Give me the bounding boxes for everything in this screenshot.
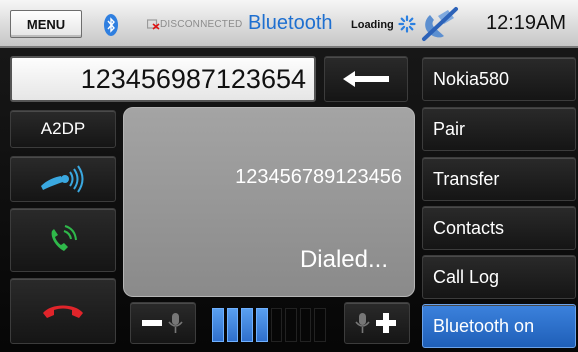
mic-volume-up-icon [355,313,396,333]
pair-label: Pair [433,118,466,139]
phone-disabled-icon [422,7,458,41]
answer-call-button[interactable] [10,208,116,272]
app-frame: MENU DISCONNECTED Bluetooth Loading 12:1… [0,0,578,352]
volume-segment [314,308,326,342]
mic-volume-down-icon [142,313,183,333]
end-call-button[interactable] [10,278,116,344]
volume-segment [255,308,268,342]
pair-button[interactable]: Pair [422,107,576,151]
volume-segment [270,308,283,342]
a2dp-button[interactable]: A2DP [10,110,116,148]
volume-segment [299,308,312,342]
call-status: Dialed... [299,246,388,273]
contacts-button[interactable]: Contacts [422,206,576,250]
device-name-button[interactable]: Nokia580 [422,57,576,101]
volume-segment [226,308,239,342]
volume-level-bar[interactable] [212,308,326,342]
app-title: Bluetooth [248,12,333,34]
menu-button[interactable]: MENU [10,10,82,38]
phone-number-input[interactable]: 123456987123654 [10,56,316,102]
arrow-left-icon [343,71,389,87]
end-call-icon [43,305,83,318]
volume-segment [285,308,297,342]
transfer-button[interactable]: Transfer [422,157,576,201]
backspace-button[interactable] [324,56,408,102]
volume-segment [241,308,253,342]
loading-label: Loading [351,19,394,31]
handsfree-audio-icon [41,165,84,193]
call-log-label: Call Log [433,266,500,287]
transfer-label: Transfer [433,168,500,189]
a2dp-label: A2DP [40,119,86,138]
bluetooth-on-label: Bluetooth on [433,315,535,336]
volume-down-button[interactable] [130,302,196,344]
loading-spinner-icon [398,15,416,33]
volume-up-button[interactable] [344,302,410,344]
clock: 12:19AM [486,12,567,34]
dialed-number: 123456789123456 [235,166,402,188]
connection-status: DISCONNECTED [160,19,243,30]
disconnected-icon [147,19,160,30]
call-log-button[interactable]: Call Log [422,255,576,299]
answer-call-icon [51,225,77,251]
device-name-label: Nokia580 [433,68,510,89]
contacts-label: Contacts [433,217,505,238]
bluetooth-icon [104,14,118,36]
handsfree-audio-button[interactable] [10,156,116,202]
bluetooth-on-button[interactable]: Bluetooth on [422,304,576,348]
call-display-panel: 123456789123456 Dialed... [123,107,415,297]
volume-segment [212,308,224,342]
status-bar: MENU DISCONNECTED Bluetooth Loading 12:1… [0,0,578,48]
